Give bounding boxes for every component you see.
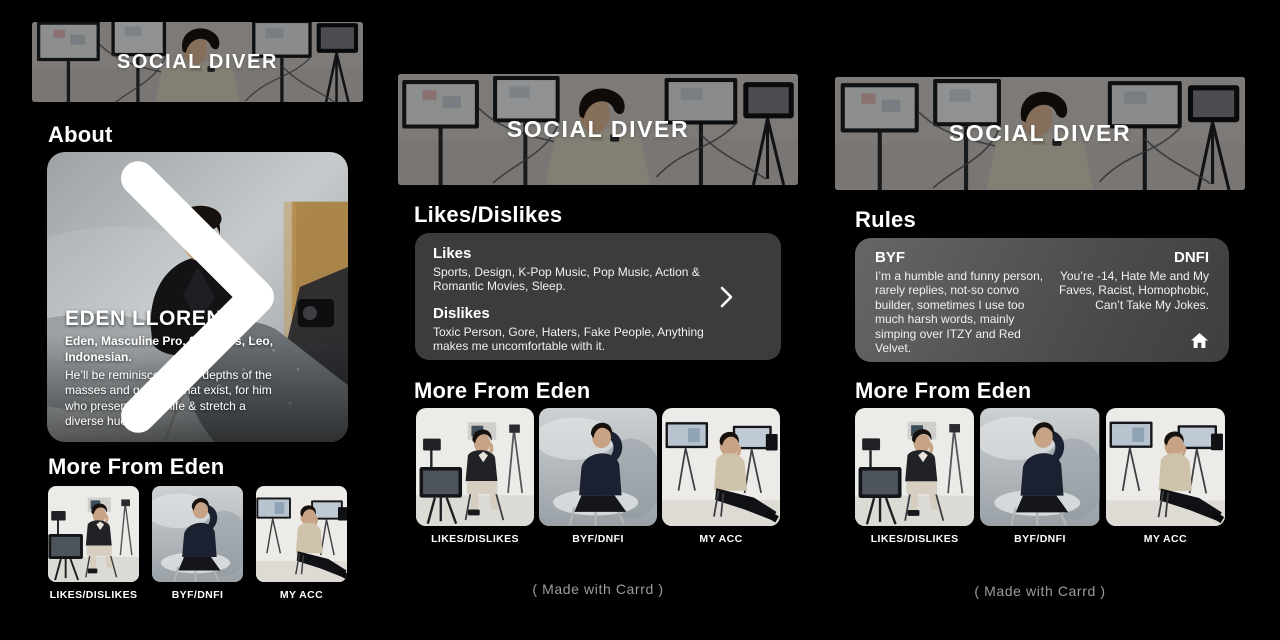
site-title: SOCIAL DIVER [32,22,363,102]
header-banner: SOCIAL DIVER [32,22,363,102]
dislikes-text: Toxic Person, Gore, Haters, Fake People,… [433,325,717,354]
thumb-label[interactable]: BYF/DNFI [152,589,243,601]
made-with-carrd[interactable]: ( Made with Carrd ) [835,583,1245,599]
section-title-likes-dislikes: Likes/Dislikes [414,202,782,228]
header-banner: SOCIAL DIVER [398,74,798,185]
thumb-photo-likes [855,408,974,526]
thumb-label[interactable]: LIKES/DISLIKES [855,533,974,545]
byf-block: BYF I’m a humble and funny person, rarel… [875,249,1049,351]
about-card[interactable]: EDEN LLORENTE Eden, Masculine Pro, 04 Li… [47,152,348,442]
thumb-my-acc: MY ACC [256,486,347,601]
thumb-photo-byf [539,408,657,526]
thumb-label[interactable]: MY ACC [1106,533,1225,545]
page: SOCIAL DIVER About EDEN LLORENTE Eden, M… [0,0,1280,640]
thumb-likes-dislikes-image[interactable] [48,486,139,582]
thumb-label[interactable]: LIKES/DISLIKES [416,533,534,545]
rules-card: BYF I’m a humble and funny person, rarel… [855,238,1229,362]
thumb-likes-dislikes: LIKES/DISLIKES [855,408,974,545]
thumb-byf-dnfi-image[interactable] [980,408,1099,526]
thumb-label[interactable]: BYF/DNFI [980,533,1099,545]
dnfi-text: You’re -14, Hate Me and My Faves, Racist… [1059,269,1209,312]
thumb-photo-myacc [256,486,347,582]
thumb-photo-byf [980,408,1099,526]
thumb-byf-dnfi: BYF/DNFI [152,486,243,601]
more-from-eden-title: More From Eden [414,378,782,404]
site-title: SOCIAL DIVER [398,74,798,185]
dnfi-block: DNFI You’re -14, Hate Me and My Faves, R… [1059,249,1209,351]
thumbnail-row: LIKES/DISLIKES BYF/DNFI MY ACC [32,486,363,601]
panel-rules: SOCIAL DIVER Rules BYF I’m a humble and … [835,77,1245,599]
thumb-my-acc-image[interactable] [256,486,347,582]
thumb-photo-myacc [1106,408,1225,526]
section-title-rules: Rules [855,207,1225,233]
thumb-likes-dislikes-image[interactable] [416,408,534,526]
chevron-right-icon[interactable] [47,152,348,442]
more-from-eden-title: More From Eden [48,454,347,480]
thumb-byf-dnfi-image[interactable] [539,408,657,526]
likes-block: Likes Sports, Design, K-Pop Music, Pop M… [433,245,717,294]
thumb-photo-likes [48,486,139,582]
thumb-photo-byf [152,486,243,582]
thumb-byf-dnfi: BYF/DNFI [539,408,657,545]
thumb-photo-myacc [662,408,780,526]
panel-about: SOCIAL DIVER About EDEN LLORENTE Eden, M… [32,22,363,601]
header-banner: SOCIAL DIVER [835,77,1245,190]
thumb-label[interactable]: LIKES/DISLIKES [48,589,139,601]
byf-title: BYF [875,249,1049,267]
thumbnail-row: LIKES/DISLIKES BYF/DNFI MY ACC [835,408,1245,545]
site-title: SOCIAL DIVER [835,77,1245,190]
thumbnail-row: LIKES/DISLIKES BYF/DNFI MY ACC [398,408,798,545]
thumb-photo-likes [416,408,534,526]
made-with-carrd[interactable]: ( Made with Carrd ) [398,581,798,597]
thumb-byf-dnfi: BYF/DNFI [980,408,1099,545]
panel-likes-dislikes: SOCIAL DIVER Likes/Dislikes Likes Sports… [398,74,798,597]
chevron-right-icon[interactable] [720,286,733,308]
home-icon[interactable] [1189,332,1209,350]
thumb-likes-dislikes: LIKES/DISLIKES [48,486,139,601]
dislikes-block: Dislikes Toxic Person, Gore, Haters, Fak… [433,305,717,354]
thumb-likes-dislikes: LIKES/DISLIKES [416,408,534,545]
thumb-label[interactable]: MY ACC [256,589,347,601]
thumb-label[interactable]: BYF/DNFI [539,533,657,545]
thumb-my-acc-image[interactable] [662,408,780,526]
byf-text: I’m a humble and funny person, rarely re… [875,269,1049,355]
thumb-my-acc-image[interactable] [1106,408,1225,526]
thumb-my-acc: MY ACC [1106,408,1225,545]
thumb-likes-dislikes-image[interactable] [855,408,974,526]
thumb-byf-dnfi-image[interactable] [152,486,243,582]
section-title-about: About [48,122,347,148]
dislikes-title: Dislikes [433,305,717,323]
dnfi-title: DNFI [1059,249,1209,267]
likes-text: Sports, Design, K-Pop Music, Pop Music, … [433,265,717,294]
likes-title: Likes [433,245,717,263]
more-from-eden-title: More From Eden [855,378,1225,404]
likes-dislikes-card[interactable]: Likes Sports, Design, K-Pop Music, Pop M… [415,233,781,360]
thumb-label[interactable]: MY ACC [662,533,780,545]
thumb-my-acc: MY ACC [662,408,780,545]
